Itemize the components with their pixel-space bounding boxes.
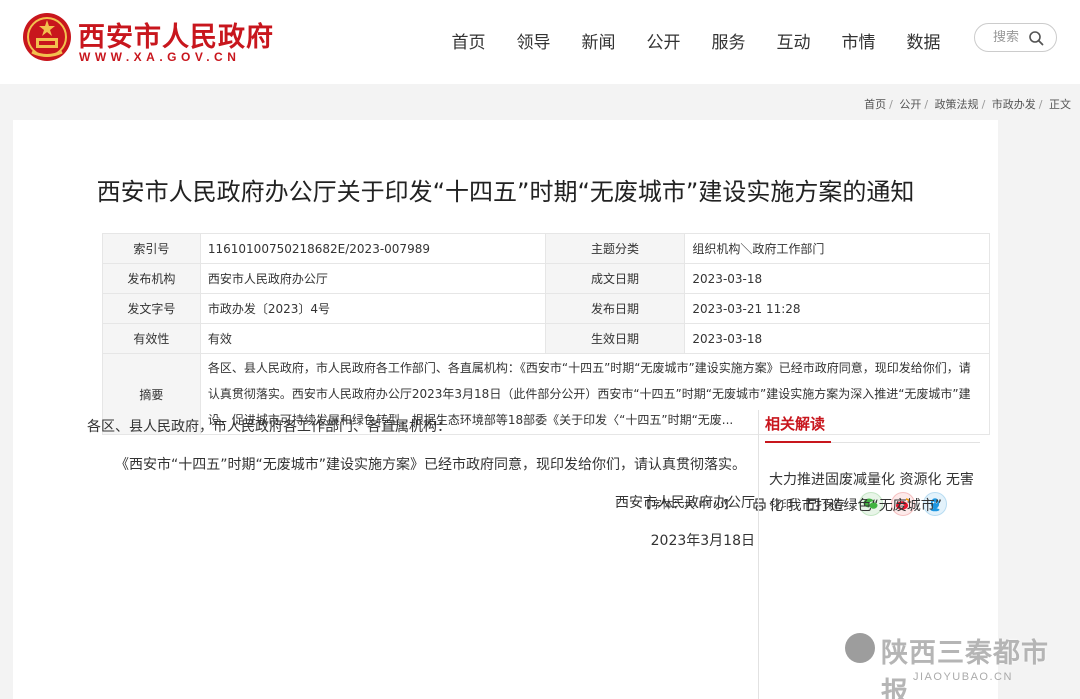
content-panel: 西安市人民政府办公厅关于印发“十四五”时期“无废城市”建设实施方案的通知 索引号… — [13, 120, 998, 699]
breadcrumb-doc-type[interactable]: 市政办发 — [992, 98, 1036, 111]
search-input[interactable] — [993, 30, 1025, 45]
publisher-value: 西安市人民政府办公厅 — [199, 263, 546, 294]
watermark: 陕西三秦都市报 JIAOYUBAO.CN — [845, 631, 1070, 699]
publisher-label: 发布机构 — [102, 263, 201, 294]
nav-item-open[interactable]: 公开 — [631, 28, 696, 53]
main-nav: 首页 领导 新闻 公开 服务 互动 市情 数据 — [436, 28, 956, 53]
related-heading: 相关解读 — [765, 415, 826, 433]
nav-item-data[interactable]: 数据 — [891, 28, 956, 53]
related-item-link[interactable]: 大力推进固废减量化 资源化 无害化 我市打造绿色“无废城市” — [765, 467, 980, 519]
nav-item-news[interactable]: 新闻 — [566, 28, 631, 53]
breadcrumb-home[interactable]: 首页 — [864, 98, 886, 111]
article-body: 各区、县人民政府，市人民政府各工作部门、各直属机构： 《西安市“十四五”时期“无… — [87, 413, 755, 555]
validity-value: 有效 — [199, 323, 546, 354]
created-date-label: 成文日期 — [544, 263, 686, 294]
created-date-value: 2023-03-18 — [684, 263, 990, 294]
topic-value: 组织机构＼政府工作部门 — [684, 233, 990, 264]
watermark-logo-icon — [845, 633, 875, 663]
table-row: 发文字号 市政办发〔2023〕4号 发布日期 2023-03-21 11:28 — [102, 293, 990, 324]
table-row: 索引号 11610100750218682E/2023-007989 主题分类 … — [102, 233, 990, 264]
publish-date-label: 发布日期 — [544, 293, 686, 324]
site-name[interactable]: 西安市人民政府 — [78, 15, 274, 54]
nav-item-interaction[interactable]: 互动 — [761, 28, 826, 53]
search-box — [974, 23, 1057, 52]
breadcrumb-open[interactable]: 公开 — [899, 98, 921, 111]
signature-date: 2023年3月18日 — [650, 533, 755, 549]
watermark-text: 陕西三秦都市报 — [881, 638, 1049, 699]
effective-date-value: 2023-03-18 — [684, 323, 990, 354]
nav-item-leaders[interactable]: 领导 — [501, 28, 566, 53]
table-row: 有效性 有效 生效日期 2023-03-18 — [102, 323, 990, 354]
site-url: WWW.XA.GOV.CN — [79, 50, 241, 64]
search-icon[interactable] — [1028, 30, 1044, 46]
related-interpretations: 相关解读 大力推进固废减量化 资源化 无害化 我市打造绿色“无废城市” — [765, 413, 980, 519]
nav-item-home[interactable]: 首页 — [436, 28, 501, 53]
publish-date-value: 2023-03-21 11:28 — [684, 293, 990, 324]
breadcrumb: 首页 / 公开 / 政策法规 / 市政办发 / 正文 — [864, 98, 1071, 111]
site-header: 西安市人民政府 WWW.XA.GOV.CN 首页 领导 新闻 公开 服务 互动 … — [0, 0, 1080, 84]
salutation: 各区、县人民政府，市人民政府各工作部门、各直属机构： — [87, 419, 451, 435]
content-divider — [758, 410, 759, 699]
validity-label: 有效性 — [102, 323, 201, 354]
national-emblem-icon[interactable] — [22, 12, 72, 62]
index-value: 11610100750218682E/2023-007989 — [199, 233, 546, 264]
article-title: 西安市人民政府办公厅关于印发“十四五”时期“无废城市”建设实施方案的通知 — [96, 178, 915, 206]
watermark-sub: JIAOYUBAO.CN — [913, 671, 1013, 683]
table-row: 发布机构 西安市人民政府办公厅 成文日期 2023-03-18 — [102, 263, 990, 294]
effective-date-label: 生效日期 — [544, 323, 686, 354]
doc-number-value: 市政办发〔2023〕4号 — [199, 293, 546, 324]
signature: 西安市人民政府办公厅 — [615, 495, 755, 511]
body-paragraph: 《西安市“十四五”时期“无废城市”建设实施方案》已经市政府同意，现印发给你们，请… — [115, 457, 747, 473]
doc-number-label: 发文字号 — [102, 293, 201, 324]
nav-item-services[interactable]: 服务 — [696, 28, 761, 53]
document-info-table: 索引号 11610100750218682E/2023-007989 主题分类 … — [102, 233, 991, 435]
topic-label: 主题分类 — [544, 233, 686, 264]
index-label: 索引号 — [102, 233, 201, 264]
breadcrumb-policy[interactable]: 政策法规 — [935, 98, 979, 111]
related-divider — [765, 441, 980, 443]
nav-item-city-info[interactable]: 市情 — [826, 28, 891, 53]
breadcrumb-current: 正文 — [1049, 98, 1071, 111]
